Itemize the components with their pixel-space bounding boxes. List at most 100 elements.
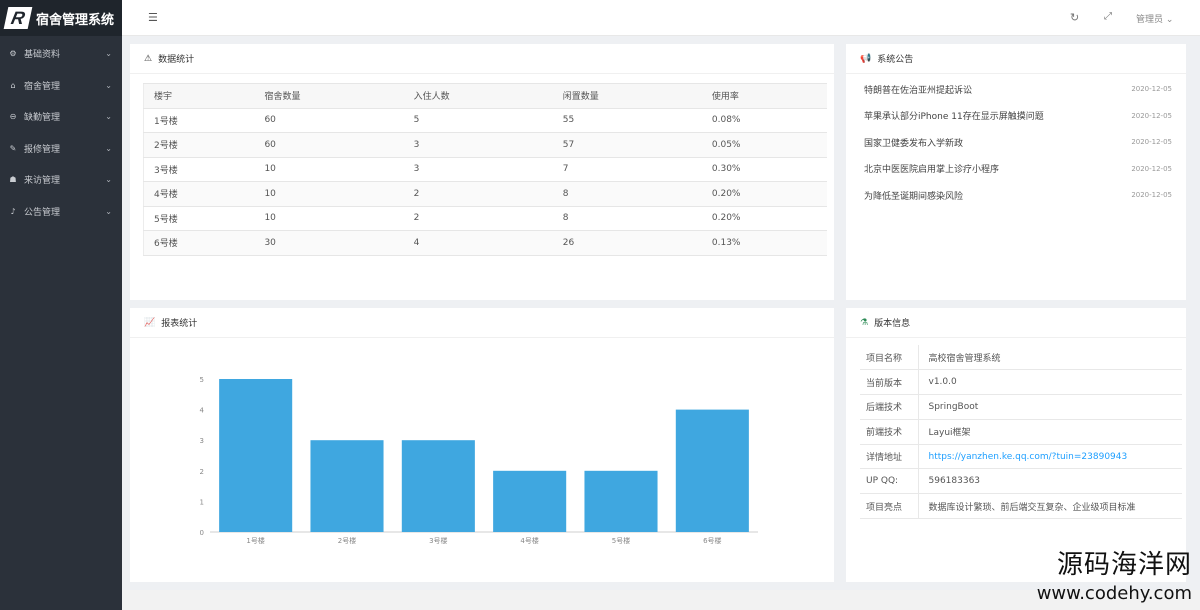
table-row: 5号楼 10 2 8 0.20% bbox=[143, 206, 827, 231]
table-cell: 5号楼 bbox=[143, 206, 255, 231]
notice-date: 2020-12-05 bbox=[1131, 191, 1172, 200]
sidebar-item-visitor[interactable]: ☗ 来访管理 ⌄ bbox=[0, 164, 122, 196]
table-cell: 3号楼 bbox=[143, 157, 255, 182]
y-tick-label: 3 bbox=[200, 437, 204, 445]
list-item[interactable]: 为降低圣诞期间感染风险 2020-12-05 bbox=[864, 182, 1172, 209]
wrench-icon: ✎ bbox=[9, 143, 17, 153]
sidebar-item-label: 宿舍管理 bbox=[24, 81, 61, 92]
megaphone-icon: 📢 bbox=[860, 53, 872, 64]
table-row: 详情地址 https://yanzhen.ke.qq.com/?tuin=238… bbox=[860, 444, 1182, 470]
table-cell: 6号楼 bbox=[143, 230, 255, 256]
app-title: 宿舍管理系统 bbox=[36, 12, 115, 28]
version-value: 数据库设计繁琐、前后端交互复杂、企业级项目标准 bbox=[918, 493, 1182, 520]
gear-icon: ⚙ bbox=[9, 49, 17, 59]
version-key: UP QQ: bbox=[860, 468, 919, 495]
table-cell: 5 bbox=[403, 108, 553, 133]
sidebar-item-absence[interactable]: ⊖ 缺勤管理 ⌄ bbox=[0, 101, 122, 133]
table-cell: 0.13% bbox=[701, 230, 827, 256]
bar bbox=[493, 470, 567, 532]
table-cell: 4号楼 bbox=[143, 181, 255, 207]
refresh-icon[interactable]: ↻ bbox=[1070, 11, 1079, 24]
version-value: 高校宿舍管理系统 bbox=[918, 345, 1182, 371]
sidebar-item-label: 来访管理 bbox=[24, 176, 61, 187]
version-key: 后端技术 bbox=[860, 394, 919, 420]
card-header: 📢 系统公告 bbox=[846, 44, 1186, 74]
table-cell: 4 bbox=[403, 230, 553, 256]
table-row: 3号楼 10 3 7 0.30% bbox=[143, 157, 827, 182]
watermark-url: www.codehy.com bbox=[1036, 583, 1192, 604]
table-row: 前端技术 Layui框架 bbox=[860, 419, 1182, 445]
detail-url-link[interactable]: https://yanzhen.ke.qq.com/?tuin=23890943 bbox=[929, 452, 1128, 462]
x-tick-label: 3号楼 bbox=[429, 536, 447, 545]
table-cell: 8 bbox=[552, 206, 702, 231]
logo-icon: R bbox=[3, 7, 33, 29]
table-row: 当前版本 v1.0.0 bbox=[860, 369, 1182, 396]
user-menu[interactable]: 管理员 ⌄ bbox=[1136, 12, 1173, 25]
x-tick-label: 4号楼 bbox=[520, 536, 538, 545]
version-value: v1.0.0 bbox=[918, 369, 1182, 396]
version-value: SpringBoot bbox=[918, 394, 1182, 420]
app-logo[interactable]: R 宿舍管理系统 bbox=[0, 0, 122, 36]
table-cell: 10 bbox=[254, 181, 404, 207]
table-cell: 60 bbox=[254, 108, 404, 133]
chevron-down-icon: ⌄ bbox=[105, 49, 112, 59]
sidebar-item-label: 缺勤管理 bbox=[24, 113, 61, 124]
sidebar-item-label: 公告管理 bbox=[24, 207, 61, 218]
home-icon: ⌂ bbox=[10, 80, 16, 90]
flask-icon: ⚗ bbox=[860, 317, 869, 328]
card-header: ⚠ 数据统计 bbox=[130, 44, 834, 74]
notice-date: 2020-12-05 bbox=[1131, 164, 1172, 173]
table-cell: 10 bbox=[254, 206, 404, 231]
y-tick-label: 4 bbox=[200, 407, 205, 415]
list-item[interactable]: 北京中医医院启用掌上诊疗小程序 2020-12-05 bbox=[864, 156, 1172, 183]
fullscreen-icon[interactable]: ⤢ bbox=[1104, 11, 1112, 22]
chart-card: 📈 报表统计 0 1 2 3 4 5 1号楼 2号楼 3号楼 4号楼 5号楼 6号楼 bbox=[130, 308, 834, 582]
table-row: UP QQ: 596183363 bbox=[860, 468, 1182, 495]
x-tick-label: 6号楼 bbox=[703, 536, 721, 545]
table-cell: 3 bbox=[403, 132, 553, 158]
column-header: 闲置数量 bbox=[552, 83, 702, 109]
bar bbox=[219, 379, 293, 532]
list-item[interactable]: 国家卫健委发布入学新政 2020-12-05 bbox=[864, 129, 1172, 156]
list-item[interactable]: 苹果承认部分iPhone 11存在显示屏触摸问题 2020-12-05 bbox=[864, 103, 1172, 130]
table-cell: 26 bbox=[552, 230, 702, 256]
bar bbox=[401, 440, 475, 532]
watermark-title: 源码海洋网 bbox=[1056, 550, 1192, 580]
sidebar-item-basic-data[interactable]: ⚙ 基础资料 ⌄ bbox=[0, 38, 122, 70]
table-cell: 10 bbox=[254, 157, 404, 182]
version-key: 前端技术 bbox=[860, 419, 919, 445]
menu-toggle-icon[interactable]: ☰ bbox=[148, 11, 158, 24]
notice-title: 为降低圣诞期间感染风险 bbox=[864, 191, 964, 202]
y-tick-label: 2 bbox=[200, 468, 204, 476]
watermark: 源码海洋网 www.codehy.com bbox=[1037, 544, 1192, 604]
table-cell: 3 bbox=[403, 157, 553, 182]
sidebar-item-notice[interactable]: ♪ 公告管理 ⌄ bbox=[0, 196, 122, 228]
stats-table: 楼宇 宿舍数量 入住人数 闲置数量 使用率 1号楼 60 5 55 0.08% … bbox=[143, 83, 827, 256]
y-tick-label: 0 bbox=[200, 529, 204, 537]
table-cell: 8 bbox=[552, 181, 702, 207]
sidebar-item-dorm[interactable]: ⌂ 宿舍管理 ⌄ bbox=[0, 70, 122, 102]
sidebar-item-repair[interactable]: ✎ 报修管理 ⌄ bbox=[0, 133, 122, 165]
visitor-icon: ☗ bbox=[9, 175, 17, 185]
card-title: 版本信息 bbox=[874, 319, 911, 329]
table-cell: 55 bbox=[552, 108, 702, 133]
card-title: 报表统计 bbox=[161, 319, 198, 329]
sidebar: R 宿舍管理系统 ⚙ 基础资料 ⌄ ⌂ 宿舍管理 ⌄ ⊖ 缺勤管理 ⌄ ✎ 报修… bbox=[0, 0, 122, 610]
user-menu-label: 管理员 bbox=[1136, 15, 1164, 25]
line-chart-icon: 📈 bbox=[144, 317, 156, 328]
notice-title: 北京中医医院启用掌上诊疗小程序 bbox=[864, 165, 1000, 176]
chevron-down-icon: ⌄ bbox=[105, 80, 112, 90]
table-header-row: 楼宇 宿舍数量 入住人数 闲置数量 使用率 bbox=[143, 83, 827, 109]
table-row: 6号楼 30 4 26 0.13% bbox=[143, 230, 827, 256]
version-key: 项目亮点 bbox=[860, 493, 919, 520]
card-title: 系统公告 bbox=[877, 55, 914, 65]
notice-date: 2020-12-05 bbox=[1131, 111, 1172, 120]
table-cell: 60 bbox=[254, 132, 404, 158]
table-cell: 0.20% bbox=[701, 181, 827, 207]
chevron-down-icon: ⌄ bbox=[105, 143, 112, 153]
bar-chart: 0 1 2 3 4 5 1号楼 2号楼 3号楼 4号楼 5号楼 6号楼 bbox=[200, 376, 758, 545]
list-item[interactable]: 特朗普在佐治亚州提起诉讼 2020-12-05 bbox=[864, 76, 1172, 103]
sidebar-item-label: 报修管理 bbox=[24, 144, 61, 155]
column-header: 楼宇 bbox=[143, 83, 255, 109]
card-header: 📈 报表统计 bbox=[130, 308, 834, 338]
